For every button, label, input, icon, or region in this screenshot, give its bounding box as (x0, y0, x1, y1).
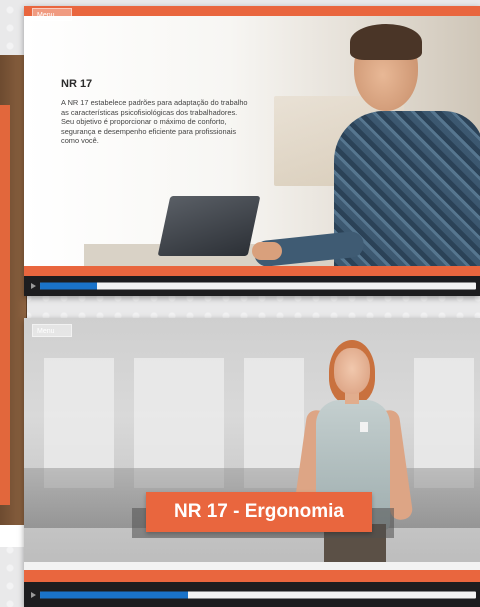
slide-bottom-accent-bar (24, 266, 480, 276)
video-player-controls (24, 276, 480, 296)
laptop-image (157, 196, 261, 256)
slide-scene-office-blur: NR 17 - Ergonomia (24, 318, 480, 562)
progress-track[interactable] (40, 282, 476, 290)
name-badge-image (360, 422, 368, 432)
slide-ergonomia: NR 17 - Ergonomia Menu (24, 318, 480, 607)
progress-track[interactable] (40, 591, 476, 598)
slide-description: A NR 17 estabelece padrões para adaptaçã… (61, 98, 248, 145)
play-icon[interactable] (31, 591, 36, 598)
slide-bottom-accent-bar (24, 570, 480, 582)
progress-fill (40, 591, 189, 598)
slide-title: NR 17 (61, 78, 93, 90)
play-icon[interactable] (31, 283, 36, 289)
menu-button[interactable]: Menu (32, 8, 72, 21)
slide-white-strip (24, 562, 480, 570)
background-window (0, 55, 27, 525)
woman-face-image (334, 348, 370, 394)
background-window-accent (0, 105, 10, 505)
man-hair-image (350, 24, 422, 60)
video-player-controls (24, 582, 480, 607)
man-hand-image (252, 242, 282, 260)
progress-fill (40, 282, 97, 290)
menu-button[interactable]: Menu (32, 324, 72, 337)
slide-title-badge: NR 17 - Ergonomia (146, 492, 372, 532)
slide-top-accent-bar (24, 6, 480, 16)
slide-intro: Menu NR 17 A NR 17 estabelece padrões pa… (24, 6, 480, 296)
background-window-strip (0, 525, 26, 547)
